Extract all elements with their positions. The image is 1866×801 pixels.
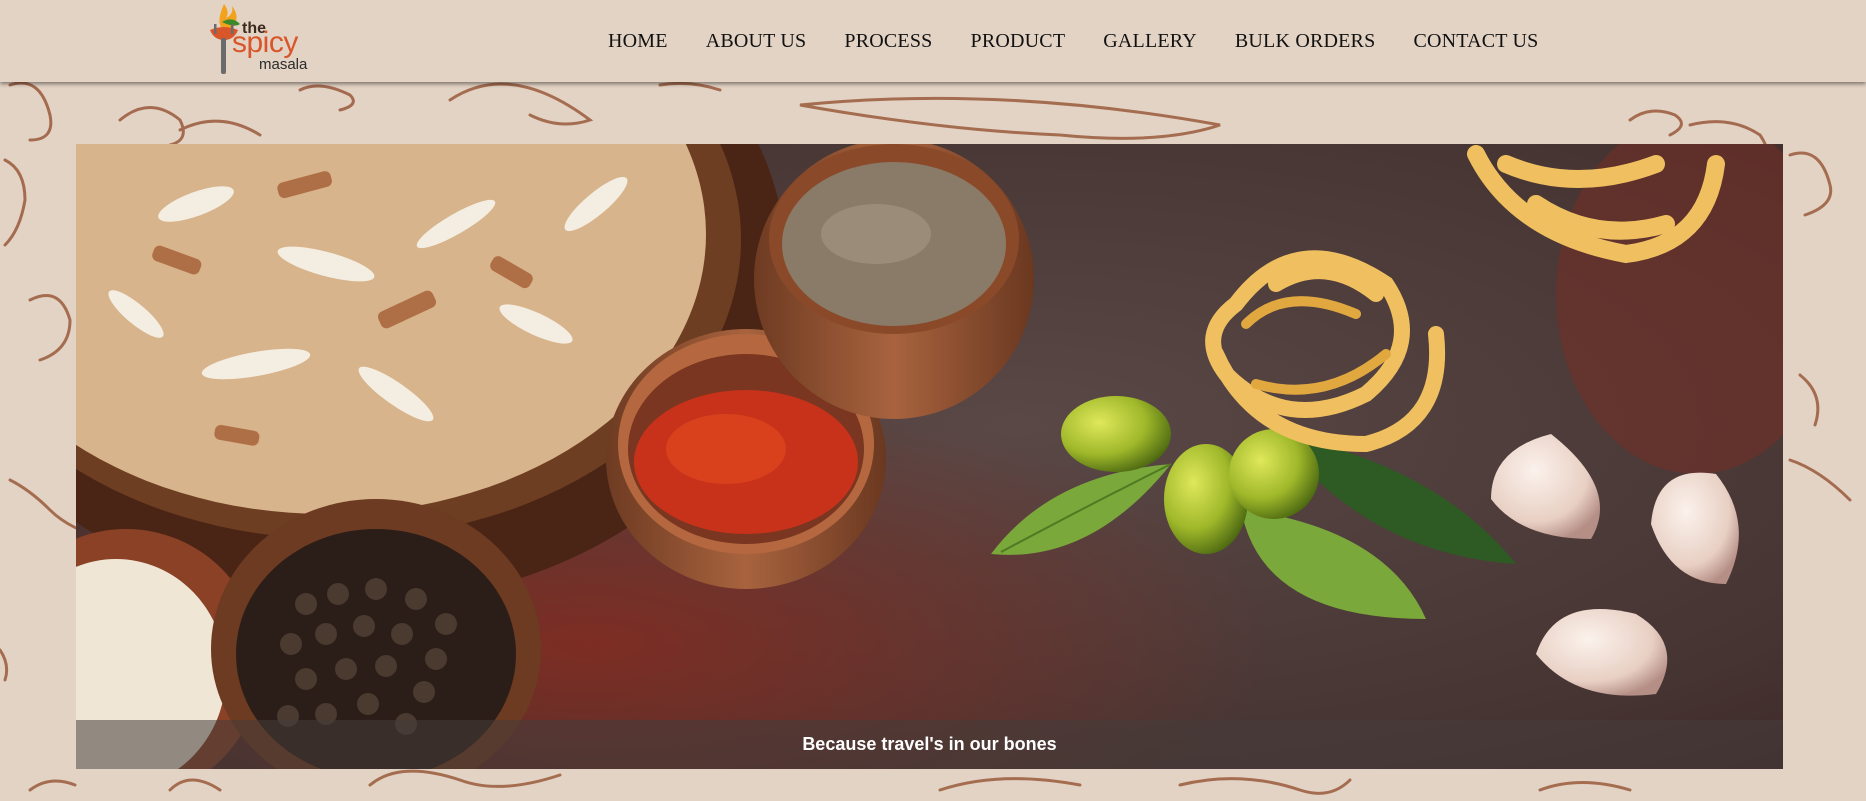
hero-caption-bar: Because travel's in our bones	[76, 720, 1783, 769]
logo-text-masala: masala	[259, 56, 308, 73]
nav-about-us[interactable]: ABOUT US	[706, 26, 807, 56]
site-header: the spicy masala HOME ABOUT US PROCESS P…	[0, 0, 1866, 82]
nav-gallery[interactable]: GALLERY	[1103, 26, 1197, 56]
hero-caption: Because travel's in our bones	[802, 734, 1057, 754]
main-navigation: HOME ABOUT US PROCESS PRODUCT GALLERY BU…	[608, 26, 1538, 56]
nav-home[interactable]: HOME	[608, 26, 668, 56]
brand-logo[interactable]: the spicy masala	[200, 0, 320, 80]
nav-bulk-orders[interactable]: BULK ORDERS	[1235, 26, 1376, 56]
logo-text-spicy: spicy	[232, 26, 298, 59]
hero-image	[76, 144, 1783, 769]
nav-product[interactable]: PRODUCT	[971, 26, 1066, 56]
nav-contact-us[interactable]: CONTACT US	[1413, 26, 1538, 56]
hero-slider[interactable]: Because travel's in our bones	[76, 144, 1783, 769]
nav-process[interactable]: PROCESS	[844, 26, 932, 56]
